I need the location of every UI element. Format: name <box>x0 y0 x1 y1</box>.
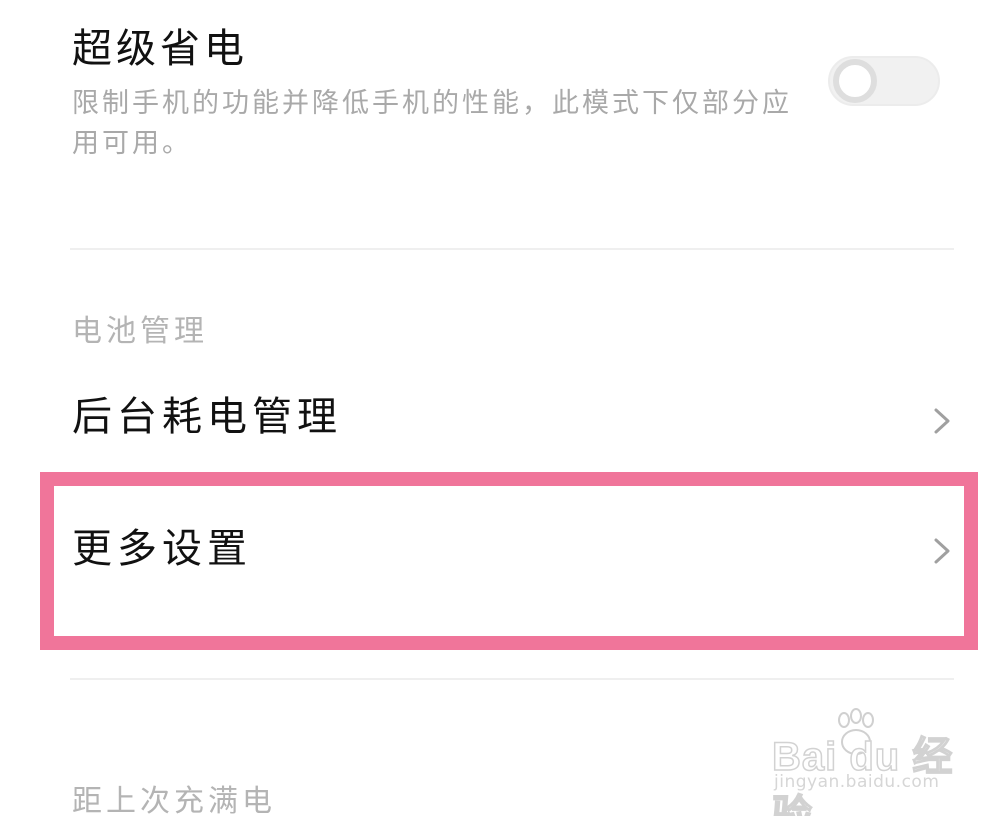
chevron-right-icon <box>928 536 954 566</box>
watermark-url: jingyan.baidu.com <box>774 772 940 792</box>
more-settings-label: 更多设置 <box>72 526 252 572</box>
more-settings-item[interactable]: 更多设置 <box>50 498 956 598</box>
super-power-saving-title: 超级省电 <box>72 26 248 72</box>
battery-settings-page: 超级省电 限制手机的功能并降低手机的性能，此模式下仅部分应用可用。 电池管理 后… <box>0 0 1006 816</box>
background-power-management-item[interactable]: 后台耗电管理 <box>50 370 956 470</box>
super-power-saving-toggle[interactable] <box>828 56 940 106</box>
divider <box>70 248 954 250</box>
super-power-saving-description: 限制手机的功能并降低手机的性能，此模式下仅部分应用可用。 <box>72 88 792 159</box>
toggle-knob <box>833 59 877 103</box>
divider <box>70 678 954 680</box>
super-power-saving-row[interactable]: 超级省电 限制手机的功能并降低手机的性能，此模式下仅部分应用可用。 <box>72 22 952 172</box>
battery-management-header: 电池管理 <box>72 314 208 349</box>
background-power-management-label: 后台耗电管理 <box>72 394 342 440</box>
chevron-right-icon <box>928 406 954 436</box>
last-full-charge-header: 距上次充满电 <box>72 784 276 816</box>
watermark-logo-text: Bai du 经验 <box>771 734 954 816</box>
baidu-jingyan-watermark: Bai du 经验 jingyan.baidu.com <box>771 708 962 816</box>
